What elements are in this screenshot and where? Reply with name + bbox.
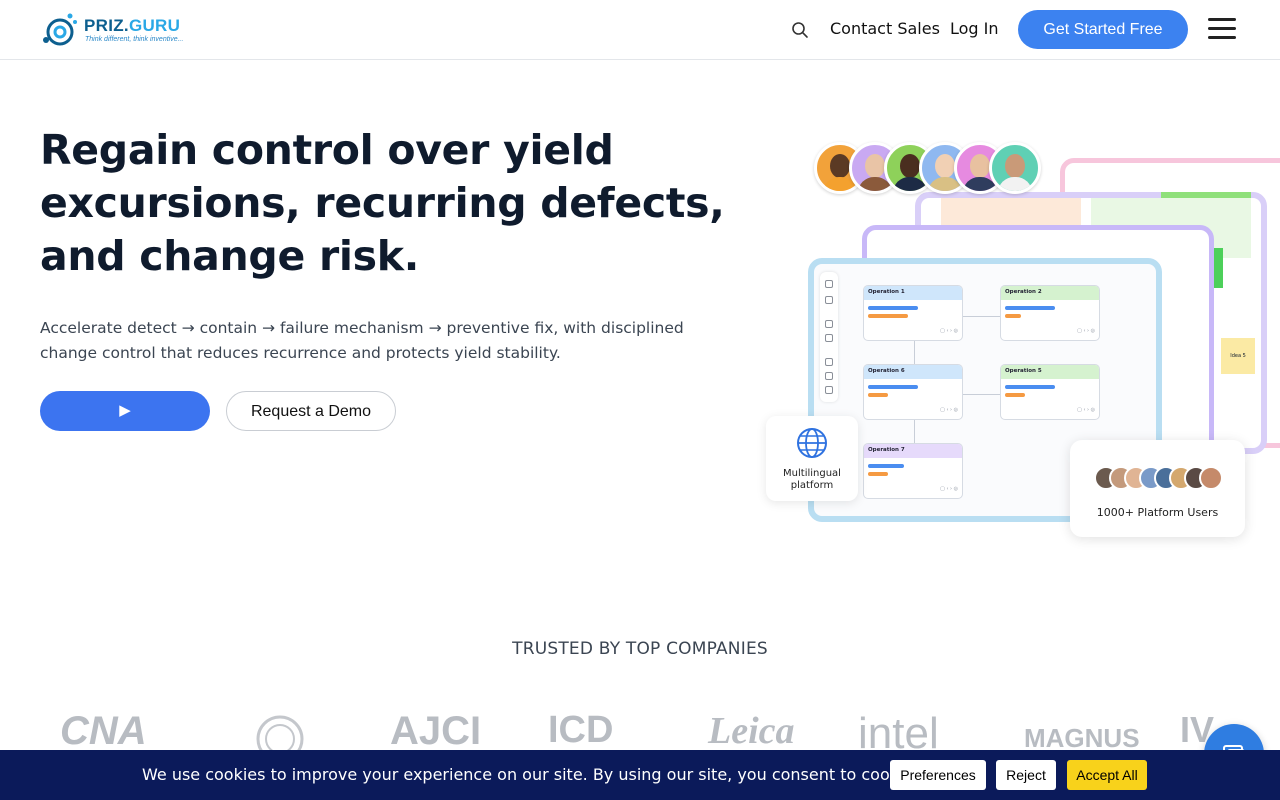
company-logo: Leica xyxy=(708,710,795,752)
board-toolbar xyxy=(820,272,838,402)
platform-users-label: 1000+ Platform Users xyxy=(1096,506,1219,519)
multilingual-label: Multilingual platform xyxy=(783,468,841,491)
operation-card: Operation 2 ▢ ‹ › ◎ xyxy=(1001,286,1099,340)
hero-illustration: Idea 5 Operation 1 ▢ ‹ › ◎ Operation 2 ▢… xyxy=(760,130,1280,550)
site-header: PRIZ.GURU Think different, think inventi… xyxy=(0,0,1280,60)
get-started-free-button[interactable]: Get Started Free xyxy=(1018,10,1188,49)
contact-sales-link[interactable]: Contact Sales xyxy=(830,19,940,38)
hero-subtitle: Accelerate detect → contain → failure me… xyxy=(40,319,684,362)
logo-wordmark: PRIZ.GURU xyxy=(84,16,181,35)
log-in-link[interactable]: Log In xyxy=(950,19,999,38)
globe-icon xyxy=(797,428,827,458)
company-logo: intel xyxy=(858,709,939,755)
hamburger-menu-icon[interactable] xyxy=(1208,18,1236,42)
operation-card: Operation 1 ▢ ‹ › ◎ xyxy=(864,286,962,340)
idea-sticky-note: Idea 5 xyxy=(1221,338,1255,374)
company-logo: AJCI xyxy=(390,709,482,753)
operation-card: Operation 5 ▢ ‹ › ◎ xyxy=(1001,365,1099,419)
logo-tagline: Think different, think inventive... xyxy=(85,36,184,43)
cookie-accept-all-button[interactable]: Accept All xyxy=(1067,760,1147,790)
user-avatars xyxy=(1094,466,1224,490)
company-logo: ICD xyxy=(548,709,614,751)
priz-guru-logo[interactable]: PRIZ.GURU Think different, think inventi… xyxy=(40,10,210,50)
company-logos-strip: CNA AJCI ICD Leica intel MAGNUS IV xyxy=(0,705,1280,755)
play-video-button[interactable]: ▶ xyxy=(40,391,210,431)
platform-users-card: 1000+ Platform Users xyxy=(1070,440,1245,537)
hero-title: Regain control over yield excursions, re… xyxy=(40,126,725,280)
seal-logo-icon xyxy=(256,715,304,755)
cookie-preferences-button[interactable]: Preferences xyxy=(890,760,986,790)
search-icon[interactable] xyxy=(791,21,809,39)
operation-card: Operation 6 ▢ ‹ › ◎ xyxy=(864,365,962,419)
logo-mark-icon xyxy=(43,13,77,46)
cookie-consent-bar: We use cookies to improve your experienc… xyxy=(0,750,1280,800)
team-avatars xyxy=(814,142,1054,198)
cookie-message: We use cookies to improve your experienc… xyxy=(142,765,927,784)
company-logo: CNA xyxy=(60,709,147,753)
multilingual-card: Multilingual platform xyxy=(766,416,858,501)
cookie-reject-button[interactable]: Reject xyxy=(996,760,1056,790)
operation-card: Operation 7 ▢ ‹ › ◎ xyxy=(864,444,962,498)
request-demo-button[interactable]: Request a Demo xyxy=(226,391,396,431)
trusted-heading: TRUSTED BY TOP COMPANIES xyxy=(512,639,768,659)
